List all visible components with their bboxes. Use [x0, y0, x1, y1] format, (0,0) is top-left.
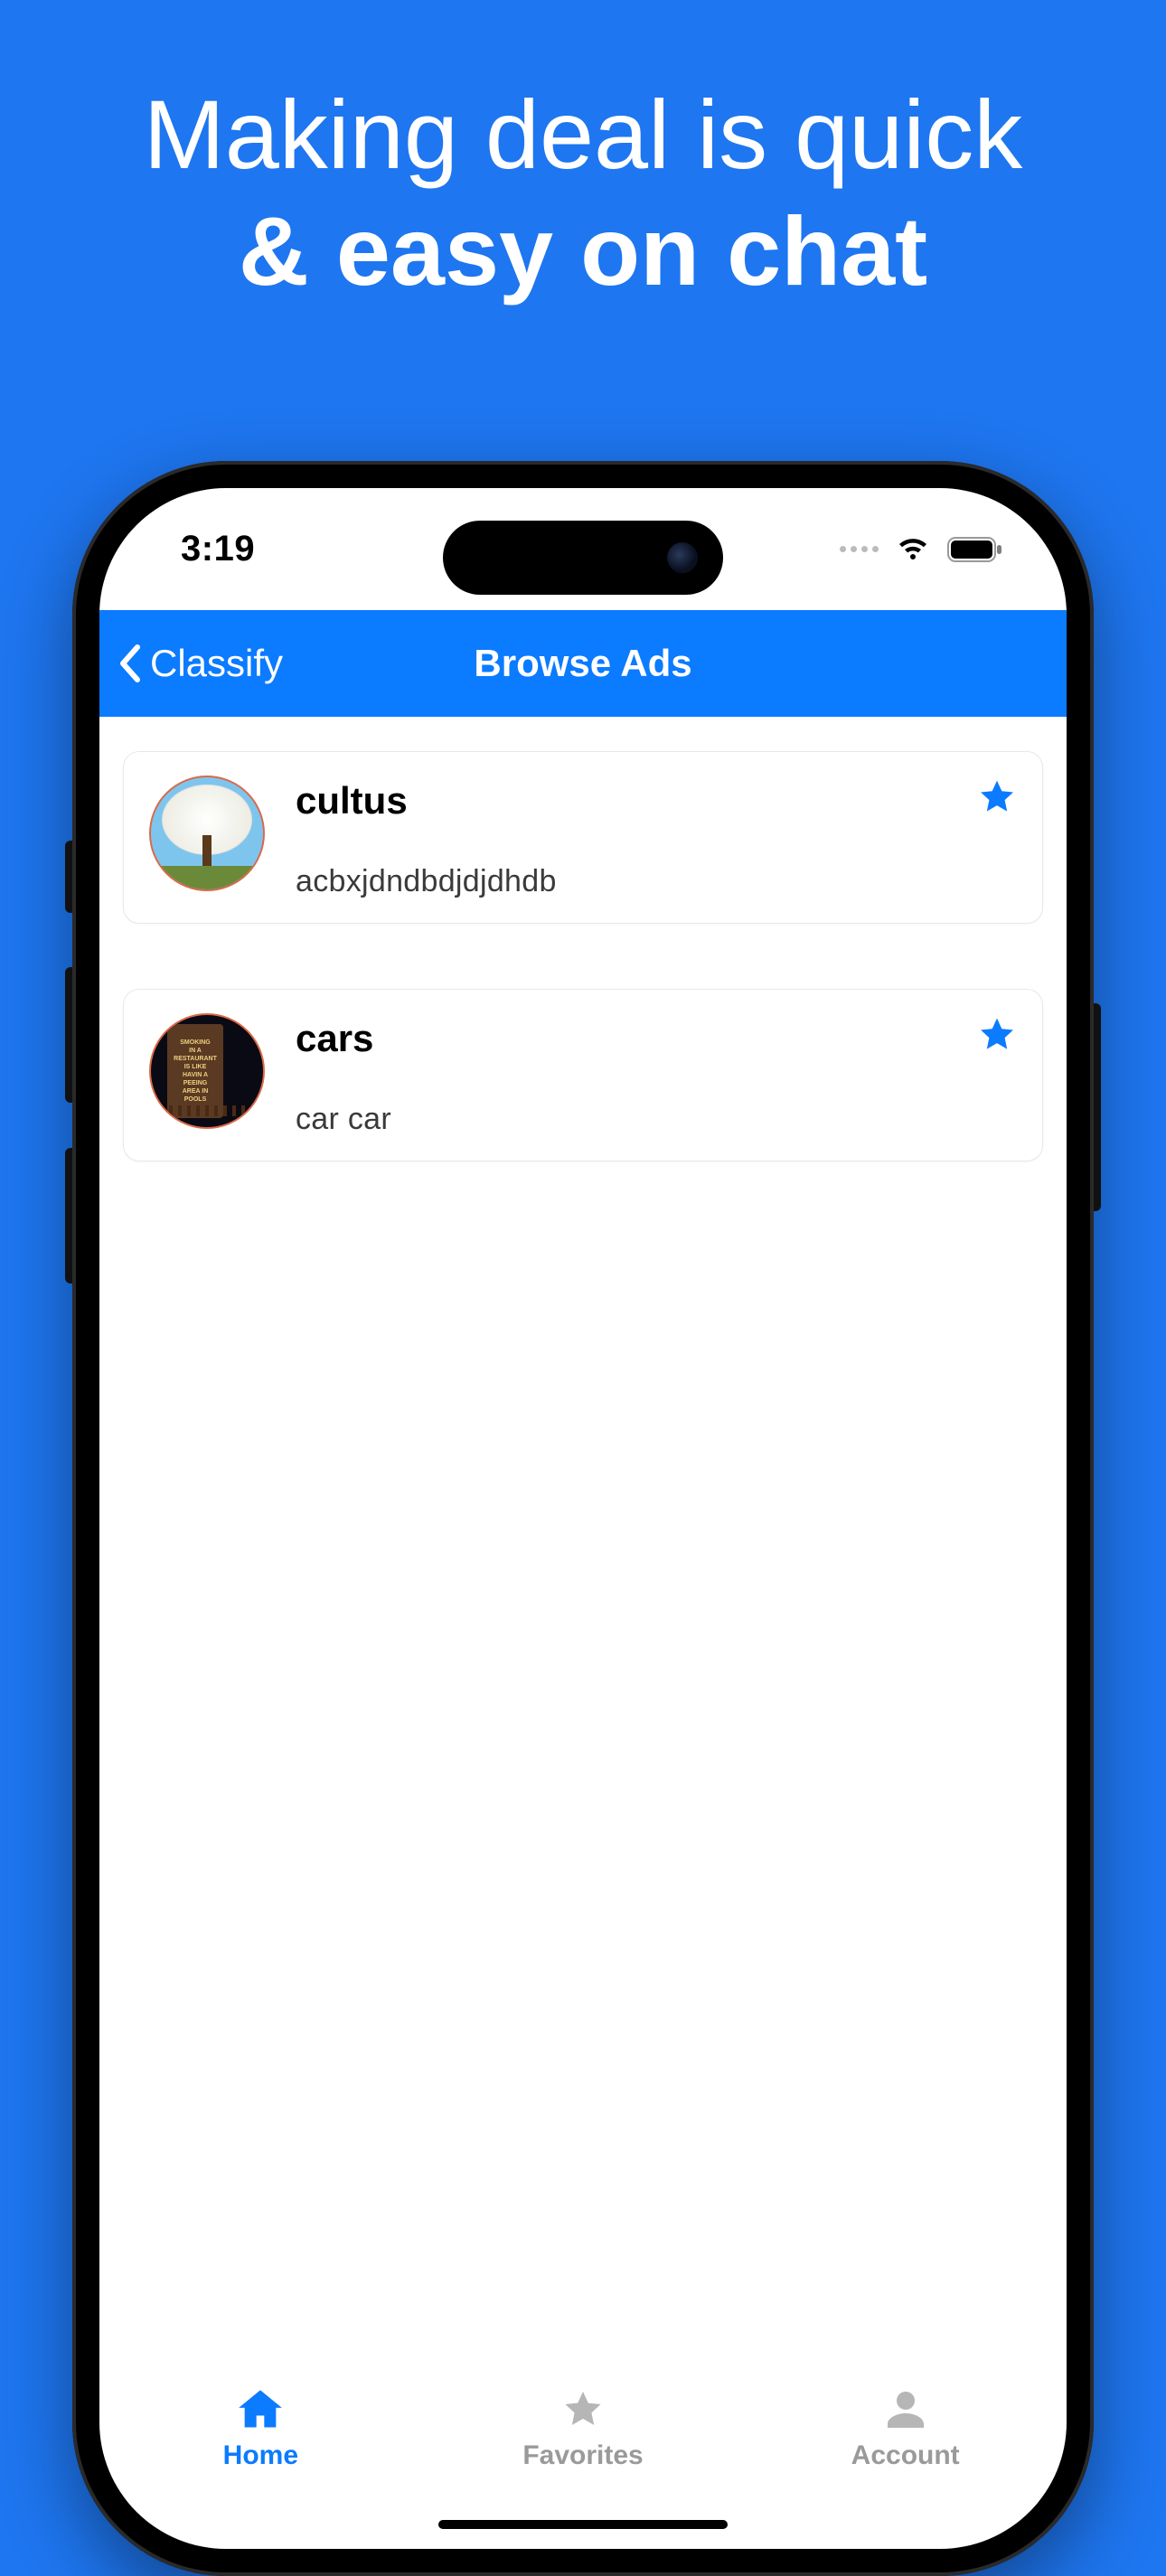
ad-description: acbxjdndbdjdjdhdb: [296, 864, 946, 899]
phone-side-button: [65, 841, 72, 913]
battery-icon: [947, 537, 1003, 562]
ad-card[interactable]: cultus acbxjdndbdjdjdhdb: [123, 751, 1043, 924]
status-time: 3:19: [181, 529, 255, 569]
favorite-button[interactable]: [977, 777, 1017, 817]
favorite-button[interactable]: [977, 1015, 1017, 1055]
back-label: Classify: [150, 642, 283, 685]
star-icon: [977, 1015, 1017, 1055]
tab-label: Favorites: [522, 2440, 643, 2471]
dynamic-island: [443, 521, 723, 595]
phone-frame: 3:19 Classify Browse Ads: [72, 461, 1094, 2576]
tab-home[interactable]: Home: [99, 2388, 422, 2549]
ad-title: cars: [296, 1017, 946, 1060]
back-button[interactable]: Classify: [99, 642, 283, 685]
tab-label: Account: [851, 2440, 960, 2471]
camera-icon: [667, 542, 698, 573]
phone-side-button: [1094, 1003, 1101, 1211]
ad-body: cultus acbxjdndbdjdjdhdb: [296, 776, 946, 899]
home-indicator[interactable]: [438, 2520, 728, 2529]
person-icon: [882, 2388, 929, 2431]
star-icon: [559, 2388, 607, 2431]
ad-thumbnail: [149, 776, 265, 891]
phone-side-button: [65, 967, 72, 1103]
tab-account[interactable]: Account: [744, 2388, 1067, 2549]
ad-title: cultus: [296, 779, 946, 823]
wifi-icon: [895, 536, 931, 563]
ad-card[interactable]: SMOKINGIN ARESTAURANTIS LIKEHAVIN APEEIN…: [123, 989, 1043, 1161]
ad-body: cars car car: [296, 1013, 946, 1137]
status-indicators: [840, 536, 1003, 563]
ad-thumbnail: SMOKINGIN ARESTAURANTIS LIKEHAVIN APEEIN…: [149, 1013, 265, 1129]
promo-line-2: & easy on chat: [0, 198, 1166, 306]
ad-description: car car: [296, 1102, 946, 1137]
home-icon: [237, 2388, 284, 2431]
promo-heading: Making deal is quick & easy on chat: [0, 0, 1166, 306]
phone-screen: 3:19 Classify Browse Ads: [99, 488, 1067, 2549]
page-title: Browse Ads: [474, 642, 691, 685]
star-icon: [977, 777, 1017, 817]
tab-label: Home: [223, 2440, 298, 2471]
navigation-bar: Classify Browse Ads: [99, 610, 1067, 717]
phone-side-button: [65, 1148, 72, 1283]
chevron-left-icon: [118, 644, 145, 683]
cellular-dots-icon: [840, 546, 879, 552]
promo-line-1: Making deal is quick: [0, 81, 1166, 189]
ads-list[interactable]: cultus acbxjdndbdjdjdhdb SMOKINGIN AREST…: [99, 717, 1067, 2368]
